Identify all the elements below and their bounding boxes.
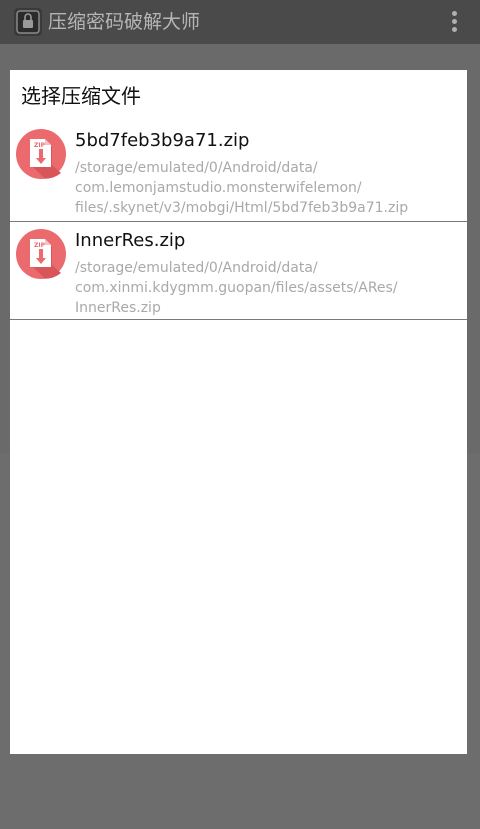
file-path: /storage/emulated/0/Android/data/ com.le…	[75, 158, 463, 218]
file-list: ZIP 5bd7feb3b9a71.zip /storage/emulated/…	[10, 122, 467, 320]
file-path-line: /storage/emulated/0/Android/data/	[75, 160, 318, 176]
file-path-line: InnerRes.zip	[75, 300, 161, 316]
zip-label: ZIP	[34, 142, 46, 149]
list-item[interactable]: ZIP InnerRes.zip /storage/emulated/0/And…	[10, 222, 467, 320]
overflow-menu-icon[interactable]	[450, 11, 458, 33]
file-path-line: com.lemonjamstudio.monsterwifelemon/	[75, 180, 362, 196]
app-bar: 压缩密码破解大师	[0, 0, 480, 44]
zip-file-icon: ZIP	[15, 228, 67, 280]
file-name: InnerRes.zip	[75, 230, 186, 251]
list-item[interactable]: ZIP 5bd7feb3b9a71.zip /storage/emulated/…	[10, 122, 467, 222]
file-path-line: /storage/emulated/0/Android/data/	[75, 260, 318, 276]
zip-file-icon: ZIP	[15, 128, 67, 180]
file-path-line: com.xinmi.kdygmm.guopan/files/assets/ARe…	[75, 280, 398, 296]
app-title: 压缩密码破解大师	[48, 11, 201, 33]
file-path: /storage/emulated/0/Android/data/ com.xi…	[75, 258, 463, 318]
zip-label: ZIP	[34, 242, 46, 249]
file-path-line: files/.skynet/v3/mobgi/Html/5bd7feb3b9a7…	[75, 200, 409, 216]
dialog-title: 选择压缩文件	[21, 84, 141, 108]
file-name: 5bd7feb3b9a71.zip	[75, 130, 250, 151]
select-archive-dialog: 选择压缩文件 ZIP 5bd7feb3b9a71.zip /storage/em…	[10, 70, 467, 754]
zip-lock-app-icon	[14, 8, 42, 36]
